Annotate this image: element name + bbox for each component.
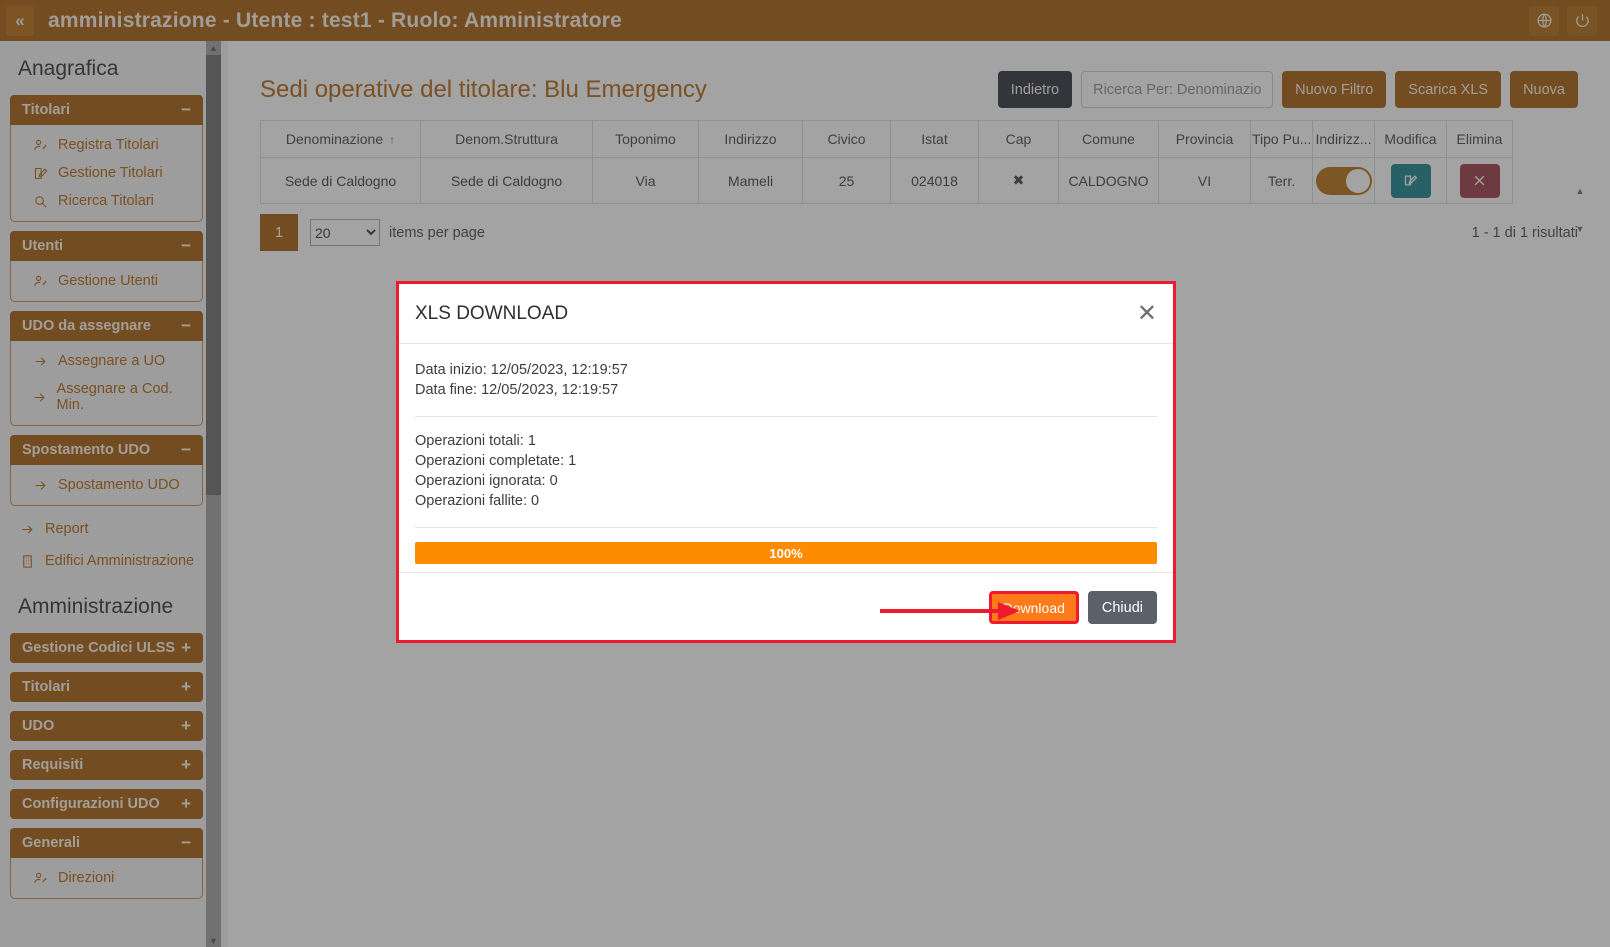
modal-header: XLS DOWNLOAD ✕ bbox=[399, 284, 1173, 344]
modal-close-button[interactable]: Chiudi bbox=[1087, 591, 1157, 624]
modal-footer: Download Chiudi bbox=[399, 572, 1173, 642]
operazioni-completate-line: Operazioni completate: 1 bbox=[415, 453, 577, 469]
operazioni-totali-line: Operazioni totali: 1 bbox=[415, 433, 536, 449]
operazioni-ignorata-line: Operazioni ignorata: 0 bbox=[415, 473, 558, 489]
xls-download-modal: XLS DOWNLOAD ✕ Data inizio: 12/05/2023, … bbox=[396, 281, 1176, 643]
data-fine-line: Data fine: 12/05/2023, 12:19:57 bbox=[415, 382, 619, 398]
progress-bar: 100% bbox=[415, 542, 1157, 564]
app-root: « amministrazione - Utente : test1 - Ruo… bbox=[0, 0, 1610, 947]
operazioni-fallite-line: Operazioni fallite: 0 bbox=[415, 493, 540, 509]
close-icon[interactable]: ✕ bbox=[1137, 301, 1157, 326]
divider bbox=[415, 527, 1157, 528]
divider bbox=[415, 416, 1157, 417]
modal-body: Data inizio: 12/05/2023, 12:19:57 Data f… bbox=[399, 344, 1173, 572]
modal-title: XLS DOWNLOAD bbox=[415, 302, 569, 324]
data-inizio-line: Data inizio: 12/05/2023, 12:19:57 bbox=[415, 362, 628, 378]
annotation-arrow bbox=[880, 602, 1020, 620]
